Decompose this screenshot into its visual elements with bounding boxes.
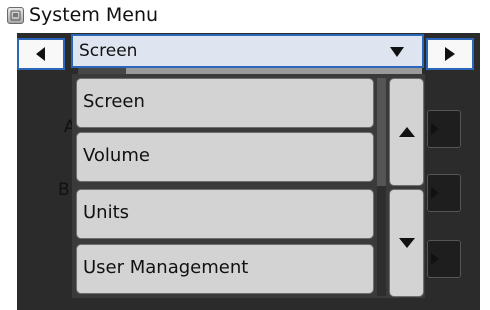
- title-bar: System Menu: [0, 0, 490, 33]
- triangle-left-icon: [36, 47, 45, 61]
- window-title: System Menu: [29, 4, 159, 26]
- triangle-down-icon: [398, 238, 415, 248]
- menu-item-screen[interactable]: Screen: [76, 78, 374, 128]
- triangle-up-icon: [398, 127, 415, 137]
- menu-item-label: Volume: [83, 145, 150, 166]
- triangle-right-icon: [445, 47, 455, 61]
- scroll-down-button[interactable]: [389, 189, 424, 297]
- menu-item-volume[interactable]: Volume: [76, 132, 374, 182]
- dropdown-selected-value: Screen: [79, 41, 138, 61]
- system-menu-icon: [7, 7, 24, 24]
- category-dropdown[interactable]: Screen: [71, 34, 424, 68]
- scrollbar-thumb[interactable]: [377, 78, 386, 186]
- background-arrow-button: [427, 240, 461, 278]
- background-label-b: B: [58, 180, 70, 200]
- background-arrow-button: [427, 110, 461, 148]
- triangle-down-icon: [390, 47, 404, 57]
- next-button[interactable]: [426, 38, 474, 70]
- menu-item-label: Screen: [83, 91, 145, 112]
- previous-button[interactable]: [17, 38, 65, 70]
- menu-item-label: User Management: [83, 257, 249, 278]
- background-arrow-button: [427, 174, 461, 212]
- list-scrollbar[interactable]: [377, 78, 386, 296]
- scroll-up-button[interactable]: [389, 78, 424, 186]
- menu-item-label: Units: [83, 202, 130, 223]
- menu-item-units[interactable]: Units: [76, 189, 374, 239]
- menu-item-user-management[interactable]: User Management: [76, 244, 374, 294]
